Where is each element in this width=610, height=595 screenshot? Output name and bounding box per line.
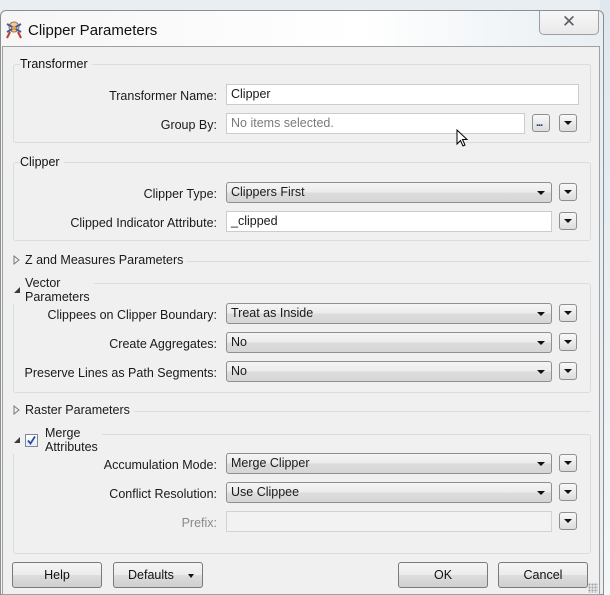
collapse-triangle-icon[interactable] xyxy=(13,285,21,295)
dropdown-arrow-icon xyxy=(564,219,572,223)
defaults-button-label: Defaults xyxy=(128,568,174,582)
create-aggregates-label: Create Aggregates: xyxy=(109,337,217,351)
close-icon: ✕ xyxy=(561,12,577,31)
dropdown-arrow-icon xyxy=(564,340,572,344)
transformer-name-input[interactable]: Clipper xyxy=(226,84,579,105)
chevron-down-icon xyxy=(537,370,545,374)
chevron-down-icon xyxy=(537,462,545,466)
merge-attributes-checkbox[interactable] xyxy=(25,433,38,447)
transformer-name-label: Transformer Name: xyxy=(109,89,217,103)
close-button[interactable]: ✕ xyxy=(539,11,599,35)
dropdown-arrow-icon xyxy=(564,369,572,373)
dropdown-arrow-icon xyxy=(564,190,572,194)
mouse-cursor-icon xyxy=(456,129,469,147)
dialog-body: Transformer Transformer Name: Clipper Gr… xyxy=(2,46,600,595)
clipped-indicator-label: Clipped Indicator Attribute: xyxy=(70,216,217,230)
checkmark-icon xyxy=(27,435,36,445)
clipper-group-title: Clipper xyxy=(20,155,64,169)
chevron-down-icon xyxy=(537,491,545,495)
z-measures-title: Z and Measures Parameters xyxy=(25,253,184,267)
clipped-indicator-input[interactable]: _clipped xyxy=(226,211,552,232)
create-aggregates-menu-button[interactable] xyxy=(559,333,577,351)
conflict-resolution-value: Use Clippee xyxy=(231,485,300,499)
group-by-label: Group By: xyxy=(160,118,217,132)
preserve-lines-label: Preserve Lines as Path Segments: xyxy=(24,366,217,380)
clipper-type-value: Clippers First xyxy=(231,185,305,199)
clipped-indicator-menu-button[interactable] xyxy=(559,212,577,230)
resize-grip[interactable] xyxy=(588,583,598,593)
dropdown-arrow-icon xyxy=(564,490,572,494)
vector-parameters-title: Vector Parameters xyxy=(25,276,90,304)
clipper-app-icon xyxy=(4,20,24,40)
preserve-lines-menu-button[interactable] xyxy=(559,362,577,380)
chevron-down-icon xyxy=(188,574,194,578)
merge-attributes-title: Merge Attributes xyxy=(45,426,98,454)
help-button[interactable]: Help xyxy=(12,562,102,588)
clipper-type-select[interactable]: Clippers First xyxy=(226,182,552,203)
help-button-label: Help xyxy=(44,568,70,582)
defaults-button[interactable]: Defaults xyxy=(113,562,203,588)
accumulation-mode-menu-button[interactable] xyxy=(559,454,577,472)
title-bar: Clipper Parameters ✕ xyxy=(1,11,603,47)
cancel-button[interactable]: Cancel xyxy=(498,562,588,588)
prefix-label: Prefix: xyxy=(181,516,217,530)
dropdown-arrow-icon xyxy=(564,461,572,465)
dialog-title: Clipper Parameters xyxy=(28,22,158,39)
prefix-input[interactable] xyxy=(226,511,552,532)
transformer-group-title: Transformer xyxy=(20,57,92,71)
group-by-ellipsis-button[interactable]: ... xyxy=(532,114,550,132)
cancel-button-label: Cancel xyxy=(523,568,563,582)
clipper-type-label: Clipper Type: xyxy=(143,187,217,201)
preserve-lines-select[interactable]: No xyxy=(226,361,552,382)
ellipsis-icon: ... xyxy=(536,117,543,129)
accumulation-mode-select[interactable]: Merge Clipper xyxy=(226,453,552,474)
accumulation-mode-label: Accumulation Mode: xyxy=(103,458,217,472)
boundary-value: Treat as Inside xyxy=(231,306,314,320)
conflict-resolution-label: Conflict Resolution: xyxy=(109,487,217,501)
group-by-menu-button[interactable] xyxy=(559,114,577,132)
conflict-resolution-menu-button[interactable] xyxy=(559,483,577,501)
prefix-menu-button[interactable] xyxy=(559,512,577,530)
clipper-type-menu-button[interactable] xyxy=(559,183,577,201)
create-aggregates-select[interactable]: No xyxy=(226,332,552,353)
dropdown-arrow-icon xyxy=(564,121,572,125)
group-by-input[interactable]: No items selected. xyxy=(226,113,525,134)
ok-button-label: OK xyxy=(433,568,453,582)
boundary-label: Clippees on Clipper Boundary: xyxy=(47,308,217,322)
chevron-down-icon xyxy=(537,341,545,345)
chevron-down-icon xyxy=(537,312,545,316)
dropdown-arrow-icon xyxy=(564,519,572,523)
boundary-menu-button[interactable] xyxy=(559,304,577,322)
ok-button[interactable]: OK xyxy=(398,562,488,588)
expand-triangle-icon[interactable] xyxy=(13,255,21,265)
accumulation-mode-value: Merge Clipper xyxy=(231,456,310,470)
boundary-select[interactable]: Treat as Inside xyxy=(226,303,552,324)
z-measures-section-header[interactable]: Z and Measures Parameters xyxy=(13,253,591,269)
clipper-parameters-dialog: Clipper Parameters ✕ Transformer Transfo… xyxy=(0,10,604,595)
conflict-resolution-select[interactable]: Use Clippee xyxy=(226,482,552,503)
raster-section-header[interactable]: Raster Parameters xyxy=(13,403,591,419)
collapse-triangle-icon[interactable] xyxy=(13,435,21,445)
preserve-lines-value: No xyxy=(231,364,247,378)
raster-parameters-title: Raster Parameters xyxy=(25,403,130,417)
expand-triangle-icon[interactable] xyxy=(13,405,21,415)
dropdown-arrow-icon xyxy=(564,311,572,315)
create-aggregates-value: No xyxy=(231,335,247,349)
chevron-down-icon xyxy=(537,191,545,195)
